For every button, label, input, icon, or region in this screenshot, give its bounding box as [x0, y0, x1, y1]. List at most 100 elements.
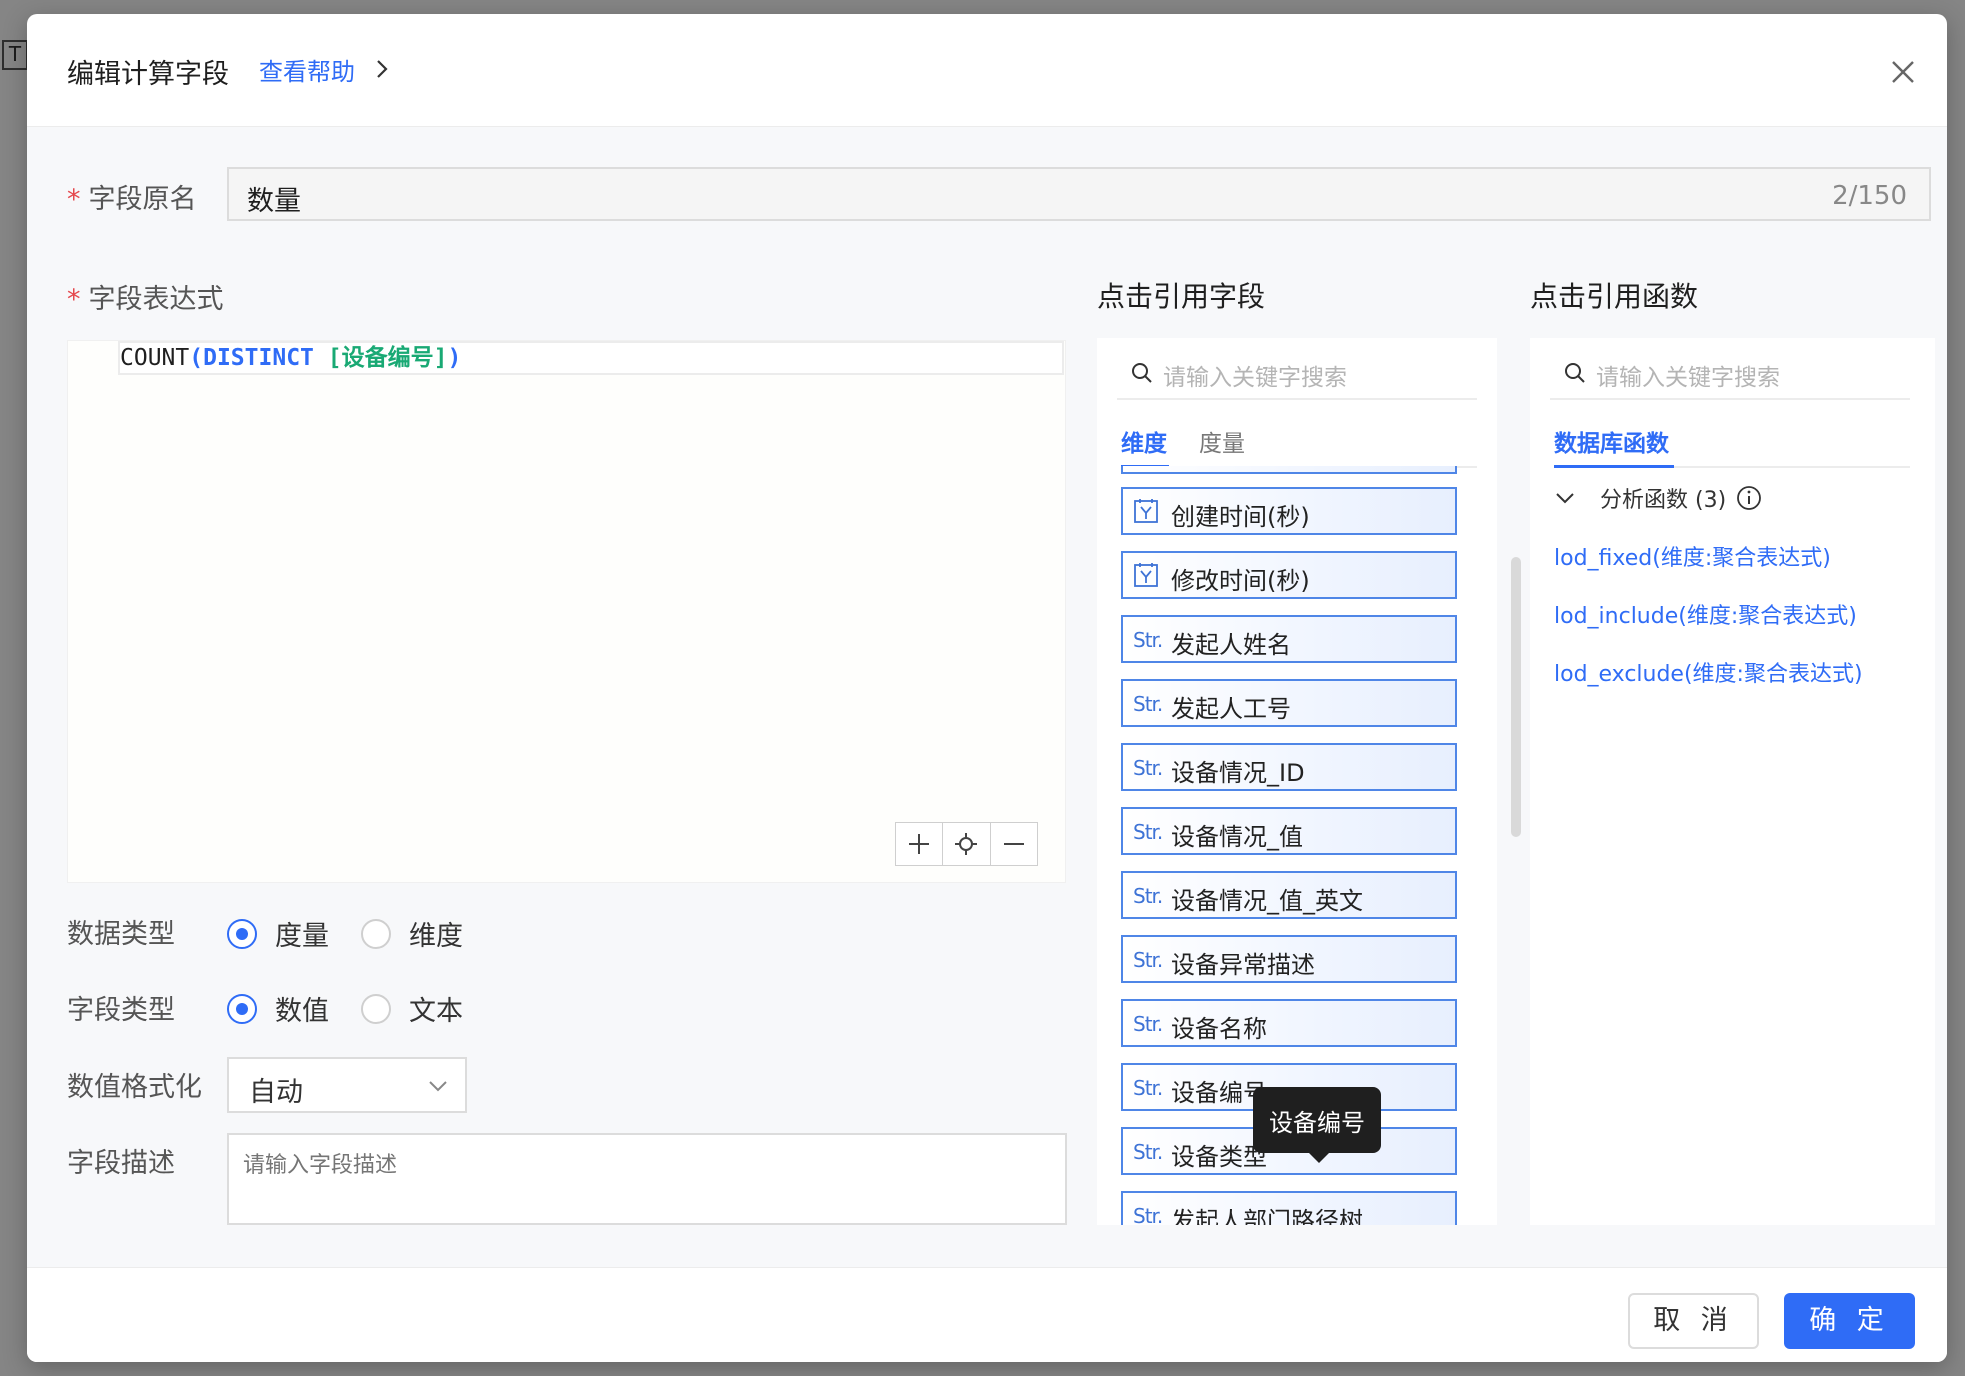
number-format-select[interactable]: 自动	[227, 1057, 467, 1113]
field-item[interactable]: Str. 设备异常描述	[1121, 935, 1457, 983]
field-item[interactable]: Str. 设备情况_ID	[1121, 743, 1457, 791]
radio-checked-icon	[227, 993, 257, 1024]
field-name: 设备情况_值_英文	[1171, 887, 1363, 915]
field-item[interactable]: 创建时间(秒)	[1121, 487, 1457, 535]
string-field-icon: Str.	[1133, 820, 1163, 844]
dialog-footer: 取 消 确 定	[27, 1267, 1947, 1362]
function-panel-title: 点击引用函数	[1530, 280, 1699, 313]
function-group-analysis[interactable]: 分析函数 (3)	[1554, 482, 1762, 514]
field-item[interactable]: Str. 发起人部门路径树	[1121, 1191, 1457, 1225]
function-group-label: 分析函数 (3)	[1600, 488, 1727, 513]
function-item[interactable]: lod_include(维度:聚合表达式)	[1554, 598, 1857, 630]
code-paren: (	[189, 345, 204, 371]
function-tabs: 数据库函数	[1554, 424, 1910, 468]
dialog-title: 编辑计算字段	[67, 59, 229, 90]
field-search-input[interactable]: 请输入关键字搜索	[1117, 348, 1477, 400]
required-mark: *	[67, 184, 81, 215]
field-name: 创建时间(秒)	[1171, 503, 1310, 531]
help-link[interactable]: 查看帮助	[259, 52, 355, 87]
field-tooltip: 设备编号	[1253, 1087, 1381, 1163]
field-name: 发起人部门路径树	[1171, 1207, 1363, 1225]
chevron-right-icon[interactable]	[367, 54, 397, 84]
description-textarea[interactable]	[227, 1133, 1067, 1225]
function-item[interactable]: lod_exclude(维度:聚合表达式)	[1554, 656, 1863, 688]
field-name-label: * 字段原名	[67, 184, 197, 215]
edit-calculated-field-dialog: 编辑计算字段 查看帮助 * 字段原名 数量 2/150 * 字段表达式 COUNT(…	[27, 14, 1947, 1362]
tab-dimension[interactable]: 维度	[1121, 424, 1167, 458]
field-type-radio-group: 数值 文本	[227, 989, 495, 1028]
string-field-icon: Str.	[1133, 884, 1163, 908]
field-name: 修改时间(秒)	[1171, 567, 1310, 595]
field-panel-title: 点击引用字段	[1097, 280, 1266, 313]
info-icon[interactable]	[1736, 485, 1762, 511]
radio-label: 维度	[409, 921, 463, 952]
search-icon	[1132, 363, 1152, 383]
field-item[interactable]: Str. 设备名称	[1121, 999, 1457, 1047]
field-item[interactable]: Str. 发起人工号	[1121, 679, 1457, 727]
field-tabs: 维度 度量	[1121, 424, 1477, 468]
locate-button[interactable]	[943, 823, 991, 865]
field-item[interactable]: Str. 设备情况_值	[1121, 807, 1457, 855]
char-counter: 2/150	[1832, 181, 1907, 211]
function-search-input[interactable]: 请输入关键字搜索	[1550, 348, 1910, 400]
search-placeholder: 请输入关键字搜索	[1596, 365, 1780, 391]
radio-dimension[interactable]: 维度	[361, 914, 463, 953]
data-type-radio-group: 度量 维度	[227, 914, 495, 953]
dialog-body: * 字段原名 数量 2/150 * 字段表达式 COUNT(DISTINCT [设备…	[27, 127, 1947, 1267]
dialog-header: 编辑计算字段 查看帮助	[27, 14, 1947, 127]
zoom-out-button[interactable]	[991, 823, 1037, 865]
zoom-in-button[interactable]	[896, 823, 944, 865]
function-item[interactable]: lod_fixed(维度:聚合表达式)	[1554, 540, 1831, 572]
expression-editor[interactable]: COUNT(DISTINCT [设备编号])	[67, 340, 1066, 883]
expression-label: * 字段表达式	[67, 284, 224, 315]
plus-icon	[909, 834, 930, 854]
string-field-icon: Str.	[1133, 1140, 1163, 1164]
field-list-scrollbar[interactable]	[1511, 557, 1521, 837]
string-field-icon: Str.	[1133, 1204, 1163, 1225]
field-name: 设备名称	[1171, 1015, 1267, 1043]
required-mark: *	[67, 284, 81, 315]
string-field-icon: Str.	[1133, 628, 1163, 652]
radio-unchecked-icon	[361, 993, 391, 1024]
field-type-label: 字段类型	[67, 995, 175, 1026]
string-field-icon: Str.	[1133, 1012, 1163, 1036]
tab-measure[interactable]: 度量	[1199, 424, 1245, 458]
minus-icon	[1003, 843, 1024, 845]
description-label: 字段描述	[67, 1148, 175, 1179]
field-name-input[interactable]: 数量 2/150	[227, 167, 1931, 221]
field-item[interactable]: 修改时间(秒)	[1121, 551, 1457, 599]
code-keyword: DISTINCT	[203, 345, 314, 371]
cancel-button[interactable]: 取 消	[1628, 1293, 1759, 1349]
field-item[interactable]: Str. 发起人姓名	[1121, 615, 1457, 663]
date-field-icon	[1134, 563, 1158, 587]
chevron-down-icon	[429, 1081, 447, 1092]
radio-label: 文本	[409, 996, 463, 1027]
search-placeholder: 请输入关键字搜索	[1163, 365, 1347, 391]
code-paren: )	[447, 345, 462, 371]
function-panel: 请输入关键字搜索 数据库函数 分析函数 (3) lod_fixed(维度:聚合表…	[1530, 338, 1935, 1225]
field-name: 发起人工号	[1171, 695, 1291, 723]
radio-measure[interactable]: 度量	[227, 914, 329, 953]
search-icon	[1565, 363, 1585, 383]
string-field-icon: Str.	[1133, 1076, 1163, 1100]
tab-database-functions[interactable]: 数据库函数	[1554, 424, 1669, 458]
string-field-icon: Str.	[1133, 756, 1163, 780]
editor-toolbar	[895, 822, 1038, 866]
number-format-label: 数值格式化	[67, 1072, 202, 1103]
code-line[interactable]: COUNT(DISTINCT [设备编号])	[118, 341, 1064, 375]
chevron-down-icon	[1556, 493, 1574, 504]
radio-checked-icon	[227, 918, 257, 949]
crosshair-icon	[955, 833, 978, 855]
field-item[interactable]: Str. 设备情况_值_英文	[1121, 871, 1457, 919]
field-item-partial[interactable]	[1121, 466, 1457, 474]
select-value: 自动	[249, 1077, 303, 1108]
close-icon[interactable]	[1885, 54, 1921, 90]
string-field-icon: Str.	[1133, 948, 1163, 972]
radio-label: 数值	[275, 996, 329, 1027]
radio-numeric[interactable]: 数值	[227, 989, 329, 1028]
confirm-button[interactable]: 确 定	[1784, 1293, 1915, 1349]
date-field-icon	[1134, 499, 1158, 523]
radio-text[interactable]: 文本	[361, 989, 463, 1028]
string-field-icon: Str.	[1133, 692, 1163, 716]
active-tab-indicator	[1554, 465, 1674, 468]
